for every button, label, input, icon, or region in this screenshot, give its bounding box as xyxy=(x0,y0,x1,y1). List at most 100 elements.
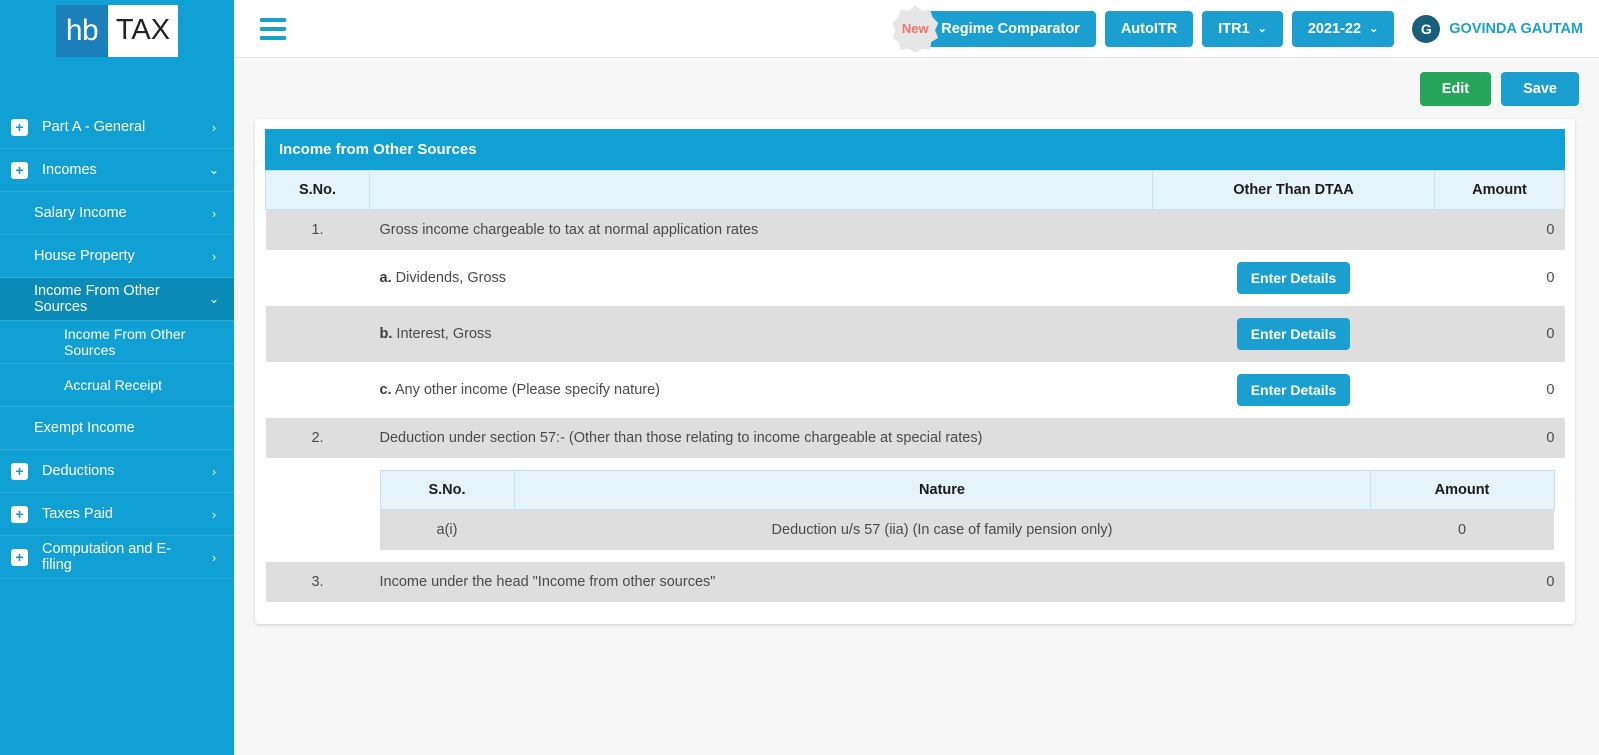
row-description: a. Dividends, Gross xyxy=(369,250,1153,306)
sidebar-item-salary-income[interactable]: Salary Income › xyxy=(0,192,234,234)
row-dtaa-cell: Enter Details xyxy=(1152,362,1435,418)
row-description: c. Any other income (Please specify natu… xyxy=(369,362,1153,418)
row-description-text: Dividends, Gross xyxy=(395,270,507,286)
plus-icon: + xyxy=(11,505,28,523)
nested-col-amount: Amount xyxy=(1369,470,1555,510)
col-other-than-dtaa: Other Than DTAA xyxy=(1152,170,1435,210)
app-logo[interactable]: hb TAX xyxy=(0,0,234,58)
main-content: Edit Save Income from Other Sources S.No… xyxy=(234,59,1599,755)
nested-col-nature: Nature xyxy=(513,470,1371,510)
nested-spacer xyxy=(265,458,370,562)
table-row: a. Dividends, Gross Enter Details 0 xyxy=(265,250,1565,306)
sidebar-item-income-from-other-sources[interactable]: Income From Other Sources ⌄ xyxy=(0,278,234,320)
nested-row-sno: a(i) xyxy=(380,509,514,550)
row-description: Deduction under section 57:- (Other than… xyxy=(369,418,1153,458)
row-amount: 0 xyxy=(1434,562,1565,602)
sidebar: hb TAX + Part A - General › + Incomes ⌄ Salary… xyxy=(0,0,234,755)
sidebar-nav: + Part A - General › + Incomes ⌄ Salary Income… xyxy=(0,106,234,579)
regime-comparator-wrap: New Regime Comparator xyxy=(892,5,1096,52)
row-sno xyxy=(265,306,370,362)
table-row: b. Interest, Gross Enter Details 0 xyxy=(265,306,1565,362)
nested-table-row: S.No. Nature Amount a(i) Deduction u/s 57 (i… xyxy=(265,458,1565,562)
row-description-text: Gross income chargeable to tax at normal… xyxy=(379,222,759,238)
header-actions: New Regime Comparator AutoITR ITR1 ⌄ 202… xyxy=(892,5,1599,52)
sidebar-item-label: Income From Other Sources xyxy=(64,326,186,358)
row-dtaa-cell xyxy=(1152,209,1435,250)
action-row: Edit Save xyxy=(234,59,1599,106)
chevron-down-icon: ⌄ xyxy=(1257,23,1267,35)
table-body: 1. Gross income chargeable to tax at norm… xyxy=(265,209,1565,602)
row-description: b. Interest, Gross xyxy=(369,306,1153,362)
regime-comparator-button[interactable]: Regime Comparator xyxy=(925,10,1096,47)
sidebar-item-label: Part A - General xyxy=(42,119,146,135)
table-row: 1. Gross income chargeable to tax at norm… xyxy=(265,209,1565,250)
chevron-right-icon: › xyxy=(211,205,217,221)
itr-form-dropdown[interactable]: ITR1 ⌄ xyxy=(1202,10,1283,47)
enter-details-button[interactable]: Enter Details xyxy=(1236,262,1351,294)
row-amount: 0 xyxy=(1434,418,1565,458)
sidebar-item-label: Exempt Income xyxy=(34,420,135,436)
sidebar-item-label: Incomes xyxy=(42,162,97,178)
sidebar-item-deductions[interactable]: + Deductions › xyxy=(0,450,234,492)
sidebar-item-computation-and-e-filing[interactable]: + Computation and E-filing › xyxy=(0,536,234,578)
sidebar-item-label: House Property xyxy=(34,248,135,264)
sidebar-item-accrual-receipt[interactable]: Accrual Receipt xyxy=(0,364,234,406)
row-sno: 1. xyxy=(265,209,370,250)
enter-details-button[interactable]: Enter Details xyxy=(1236,318,1351,350)
app-root: hb TAX + Part A - General › + Incomes ⌄ Salary… xyxy=(0,0,1599,755)
assessment-year-value: 2021-22 xyxy=(1307,20,1362,37)
deduction-57-table: S.No. Nature Amount a(i) Deduction u/s 57 (i… xyxy=(379,470,1555,550)
row-item-label: a. xyxy=(379,270,392,286)
sidebar-divider xyxy=(0,578,234,579)
row-item-label: b. xyxy=(379,326,393,342)
logo-hb-text: hb xyxy=(56,4,108,57)
enter-details-button[interactable]: Enter Details xyxy=(1236,374,1351,406)
chevron-right-icon: › xyxy=(211,549,217,565)
chevron-down-icon: ⌄ xyxy=(208,162,220,177)
hamburger-icon[interactable] xyxy=(260,17,286,40)
assessment-year-dropdown[interactable]: 2021-22 ⌄ xyxy=(1291,10,1395,47)
col-description xyxy=(369,170,1153,210)
row-item-label: c. xyxy=(379,382,392,398)
plus-icon: + xyxy=(11,118,28,136)
sidebar-item-label: Income From Other Sources xyxy=(34,283,160,315)
edit-button[interactable]: Edit xyxy=(1419,72,1492,106)
sidebar-item-house-property[interactable]: House Property › xyxy=(0,235,234,277)
col-sno: S.No. xyxy=(265,170,370,210)
sidebar-item-label: Salary Income xyxy=(34,205,127,221)
nested-row-amount: 0 xyxy=(1370,509,1554,550)
nested-header-row: S.No. Nature Amount xyxy=(379,470,1555,510)
row-dtaa-cell: Enter Details xyxy=(1152,250,1435,306)
row-sno: 3. xyxy=(265,562,370,602)
sidebar-item-income-from-other-sources[interactable]: Income From Other Sources xyxy=(0,321,234,363)
sidebar-item-incomes[interactable]: + Incomes ⌄ xyxy=(0,149,234,191)
card-title: Income from Other Sources xyxy=(265,129,1565,170)
sidebar-item-label: Deductions xyxy=(42,463,115,479)
table-header-row: S.No. Other Than DTAA Amount xyxy=(265,170,1565,210)
user-menu[interactable]: G GOVINDA GAUTAM xyxy=(1412,14,1583,43)
sidebar-item-label: Computation and E-filing xyxy=(42,541,171,573)
row-sno: 2. xyxy=(265,418,370,458)
income-other-sources-card: Income from Other Sources S.No. Other Th… xyxy=(255,119,1575,624)
row-dtaa-cell xyxy=(1152,418,1435,458)
sidebar-item-exempt-income[interactable]: Exempt Income xyxy=(0,407,234,449)
logo-tax-text: TAX xyxy=(108,4,178,57)
row-amount: 0 xyxy=(1434,250,1565,306)
row-description-text: Any other income (Please specify nature) xyxy=(394,382,660,398)
autoitr-button[interactable]: AutoITR xyxy=(1104,10,1194,47)
avatar: G xyxy=(1412,14,1441,43)
chevron-down-icon: ⌄ xyxy=(1369,23,1379,35)
table-row: c. Any other income (Please specify natu… xyxy=(265,362,1565,418)
chevron-right-icon: › xyxy=(211,248,217,264)
row-sno xyxy=(265,362,370,418)
row-description: Gross income chargeable to tax at normal… xyxy=(369,209,1153,250)
chevron-right-icon: › xyxy=(211,463,217,479)
sidebar-item-taxes-paid[interactable]: + Taxes Paid › xyxy=(0,493,234,535)
row-sno xyxy=(265,250,370,306)
save-button[interactable]: Save xyxy=(1501,72,1579,106)
income-table: S.No. Other Than DTAA Amount 1. Gross inc… xyxy=(265,170,1565,602)
top-header: New Regime Comparator AutoITR ITR1 ⌄ 202… xyxy=(234,0,1599,58)
itr-form-value: ITR1 xyxy=(1218,20,1250,37)
col-amount: Amount xyxy=(1434,170,1565,210)
sidebar-item-part-a-general[interactable]: + Part A - General › xyxy=(0,106,234,148)
